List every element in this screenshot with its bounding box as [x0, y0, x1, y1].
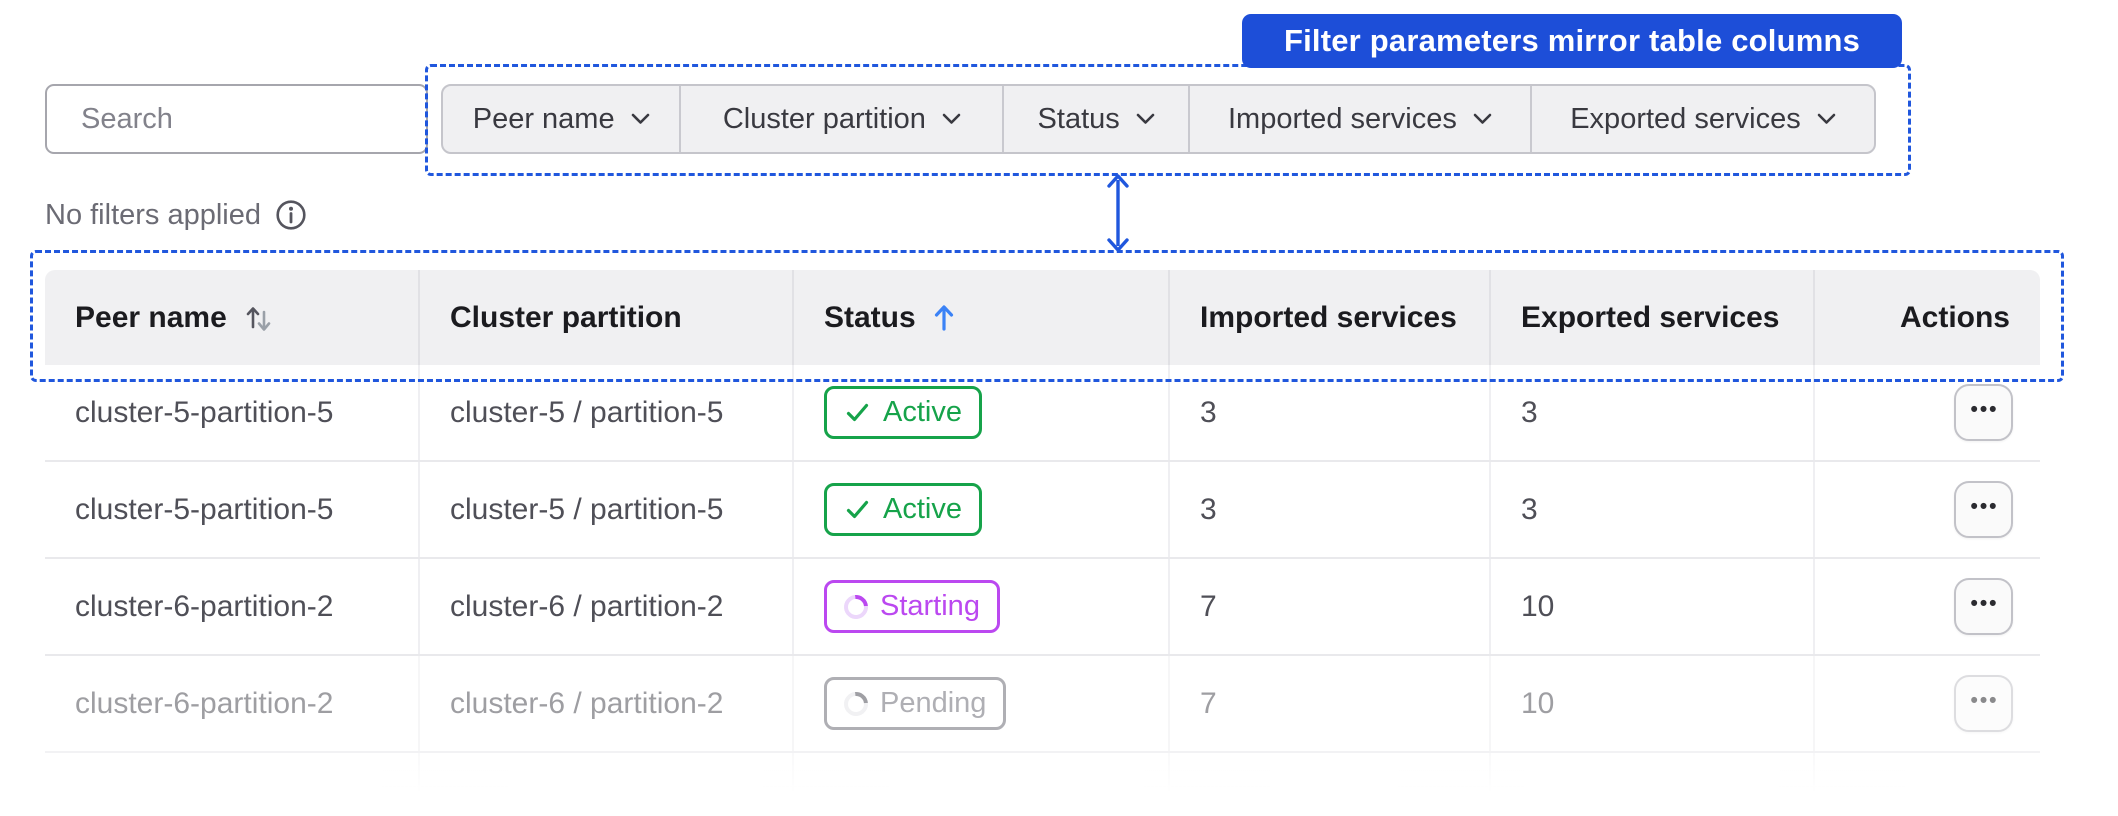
cell-peer-name: cluster-5-partition-5	[45, 462, 420, 557]
spinner-icon	[839, 589, 873, 624]
filter-imported-services[interactable]: Imported services	[1190, 86, 1532, 152]
cell-exported-services: 10	[1491, 656, 1815, 751]
check-icon	[846, 500, 869, 519]
sort-asc-icon	[934, 304, 953, 331]
filters-status: No filters applied	[45, 194, 308, 236]
table-header-row: Peer name Cluster partition Status Impor…	[45, 270, 2040, 365]
cell-cluster-partition: cluster-5 / partition-5	[420, 365, 794, 460]
cell-status: Starting	[794, 559, 1170, 654]
row-actions-button[interactable]: •••	[1954, 578, 2013, 635]
annotation-banner-label: Filter parameters mirror table columns	[1283, 23, 1861, 58]
cell-status: Active	[794, 462, 1170, 557]
cell-actions: •••	[1815, 559, 2040, 654]
cell-status: Active	[794, 365, 1170, 460]
filter-exported-services[interactable]: Exported services	[1532, 86, 1874, 152]
ellipsis-icon: •••	[1970, 397, 1999, 421]
status-label: Active	[883, 396, 962, 428]
column-label: Cluster partition	[450, 300, 682, 334]
chevron-down-icon	[1817, 113, 1836, 124]
row-actions-button[interactable]: •••	[1954, 675, 2013, 732]
sort-both-icon	[246, 306, 271, 331]
mirror-arrow-icon	[1107, 174, 1129, 252]
cell-exported-services: 3	[1491, 365, 1815, 460]
cell-peer-name: cluster-6-partition-2	[45, 656, 420, 751]
chevron-down-icon	[942, 113, 961, 124]
filter-label: Exported services	[1570, 102, 1801, 135]
status-label: Active	[883, 493, 962, 525]
column-label: Peer name	[75, 300, 227, 334]
cell-imported-services: 3	[1170, 365, 1491, 460]
status-badge: Active	[824, 483, 982, 536]
cell-peer-name: cluster-6-partition-2	[45, 559, 420, 654]
column-header-exported-services: Exported services	[1491, 270, 1815, 365]
cell-actions: •••	[1815, 462, 2040, 557]
row-actions-button[interactable]: •••	[1954, 481, 2013, 538]
chevron-down-icon	[1473, 113, 1492, 124]
table-row: cluster-5-partition-5 cluster-5 / partit…	[45, 462, 2040, 559]
column-label: Status	[824, 300, 916, 334]
column-header-status[interactable]: Status	[794, 270, 1170, 365]
cell-actions: •••	[1815, 365, 2040, 460]
status-label: Pending	[880, 687, 987, 719]
search-input-wrapper	[45, 84, 460, 154]
cell-cluster-partition: cluster-6 / partition-2	[420, 559, 794, 654]
column-header-imported-services: Imported services	[1170, 270, 1491, 365]
cell-actions: •••	[1815, 656, 2040, 751]
status-badge: Starting	[824, 580, 1000, 633]
status-badge: Pending	[824, 677, 1007, 730]
column-label: Exported services	[1521, 300, 1780, 334]
cell-imported-services: 7	[1170, 559, 1491, 654]
cell-peer-name: cluster-5-partition-5	[45, 365, 420, 460]
table-body: cluster-5-partition-5 cluster-5 / partit…	[45, 365, 2040, 753]
table-row: cluster-6-partition-2 cluster-6 / partit…	[45, 559, 2040, 656]
filters-status-text: No filters applied	[45, 198, 261, 231]
ellipsis-icon: •••	[1970, 688, 1999, 712]
chevron-down-icon	[1136, 113, 1155, 124]
table-row: cluster-5-partition-5 cluster-5 / partit…	[45, 365, 2040, 462]
filter-label: Cluster partition	[722, 102, 926, 135]
check-icon	[846, 403, 869, 422]
cell-imported-services: 3	[1170, 462, 1491, 557]
table-next-row-fade	[45, 753, 2040, 816]
ellipsis-icon: •••	[1970, 494, 1999, 518]
column-header-cluster-partition: Cluster partition	[420, 270, 794, 365]
cell-cluster-partition: cluster-5 / partition-5	[420, 462, 794, 557]
info-icon[interactable]	[274, 198, 308, 232]
annotation-banner: Filter parameters mirror table columns	[1242, 14, 1902, 68]
status-label: Starting	[880, 590, 980, 622]
filter-cluster-partition[interactable]: Cluster partition	[681, 86, 1005, 152]
filter-label: Status	[1037, 102, 1120, 135]
spinner-icon	[839, 686, 873, 721]
filter-label: Imported services	[1228, 102, 1457, 135]
column-label: Actions	[1899, 300, 2010, 334]
peers-page: Filter parameters mirror table columns P…	[0, 0, 2118, 816]
search-input[interactable]	[79, 101, 460, 137]
cell-status: Pending	[794, 656, 1170, 751]
cell-cluster-partition: cluster-6 / partition-2	[420, 656, 794, 751]
column-label: Imported services	[1200, 300, 1457, 334]
filter-bar: Peer name Cluster partition Status Impor…	[441, 84, 1876, 154]
ellipsis-icon: •••	[1970, 591, 1999, 615]
chevron-down-icon	[631, 113, 649, 124]
cell-imported-services: 7	[1170, 656, 1491, 751]
status-badge: Active	[824, 386, 982, 439]
cell-exported-services: 3	[1491, 462, 1815, 557]
cell-exported-services: 10	[1491, 559, 1815, 654]
table-row: cluster-6-partition-2 cluster-6 / partit…	[45, 656, 2040, 753]
filter-label: Peer name	[472, 102, 615, 135]
column-header-actions: Actions	[1815, 270, 2040, 365]
column-header-peer-name[interactable]: Peer name	[45, 270, 420, 365]
row-actions-button[interactable]: •••	[1954, 384, 2013, 441]
filter-peer-name[interactable]: Peer name	[443, 86, 682, 152]
filter-status[interactable]: Status	[1004, 86, 1190, 152]
peers-table: Peer name Cluster partition Status Impor…	[45, 270, 2040, 816]
